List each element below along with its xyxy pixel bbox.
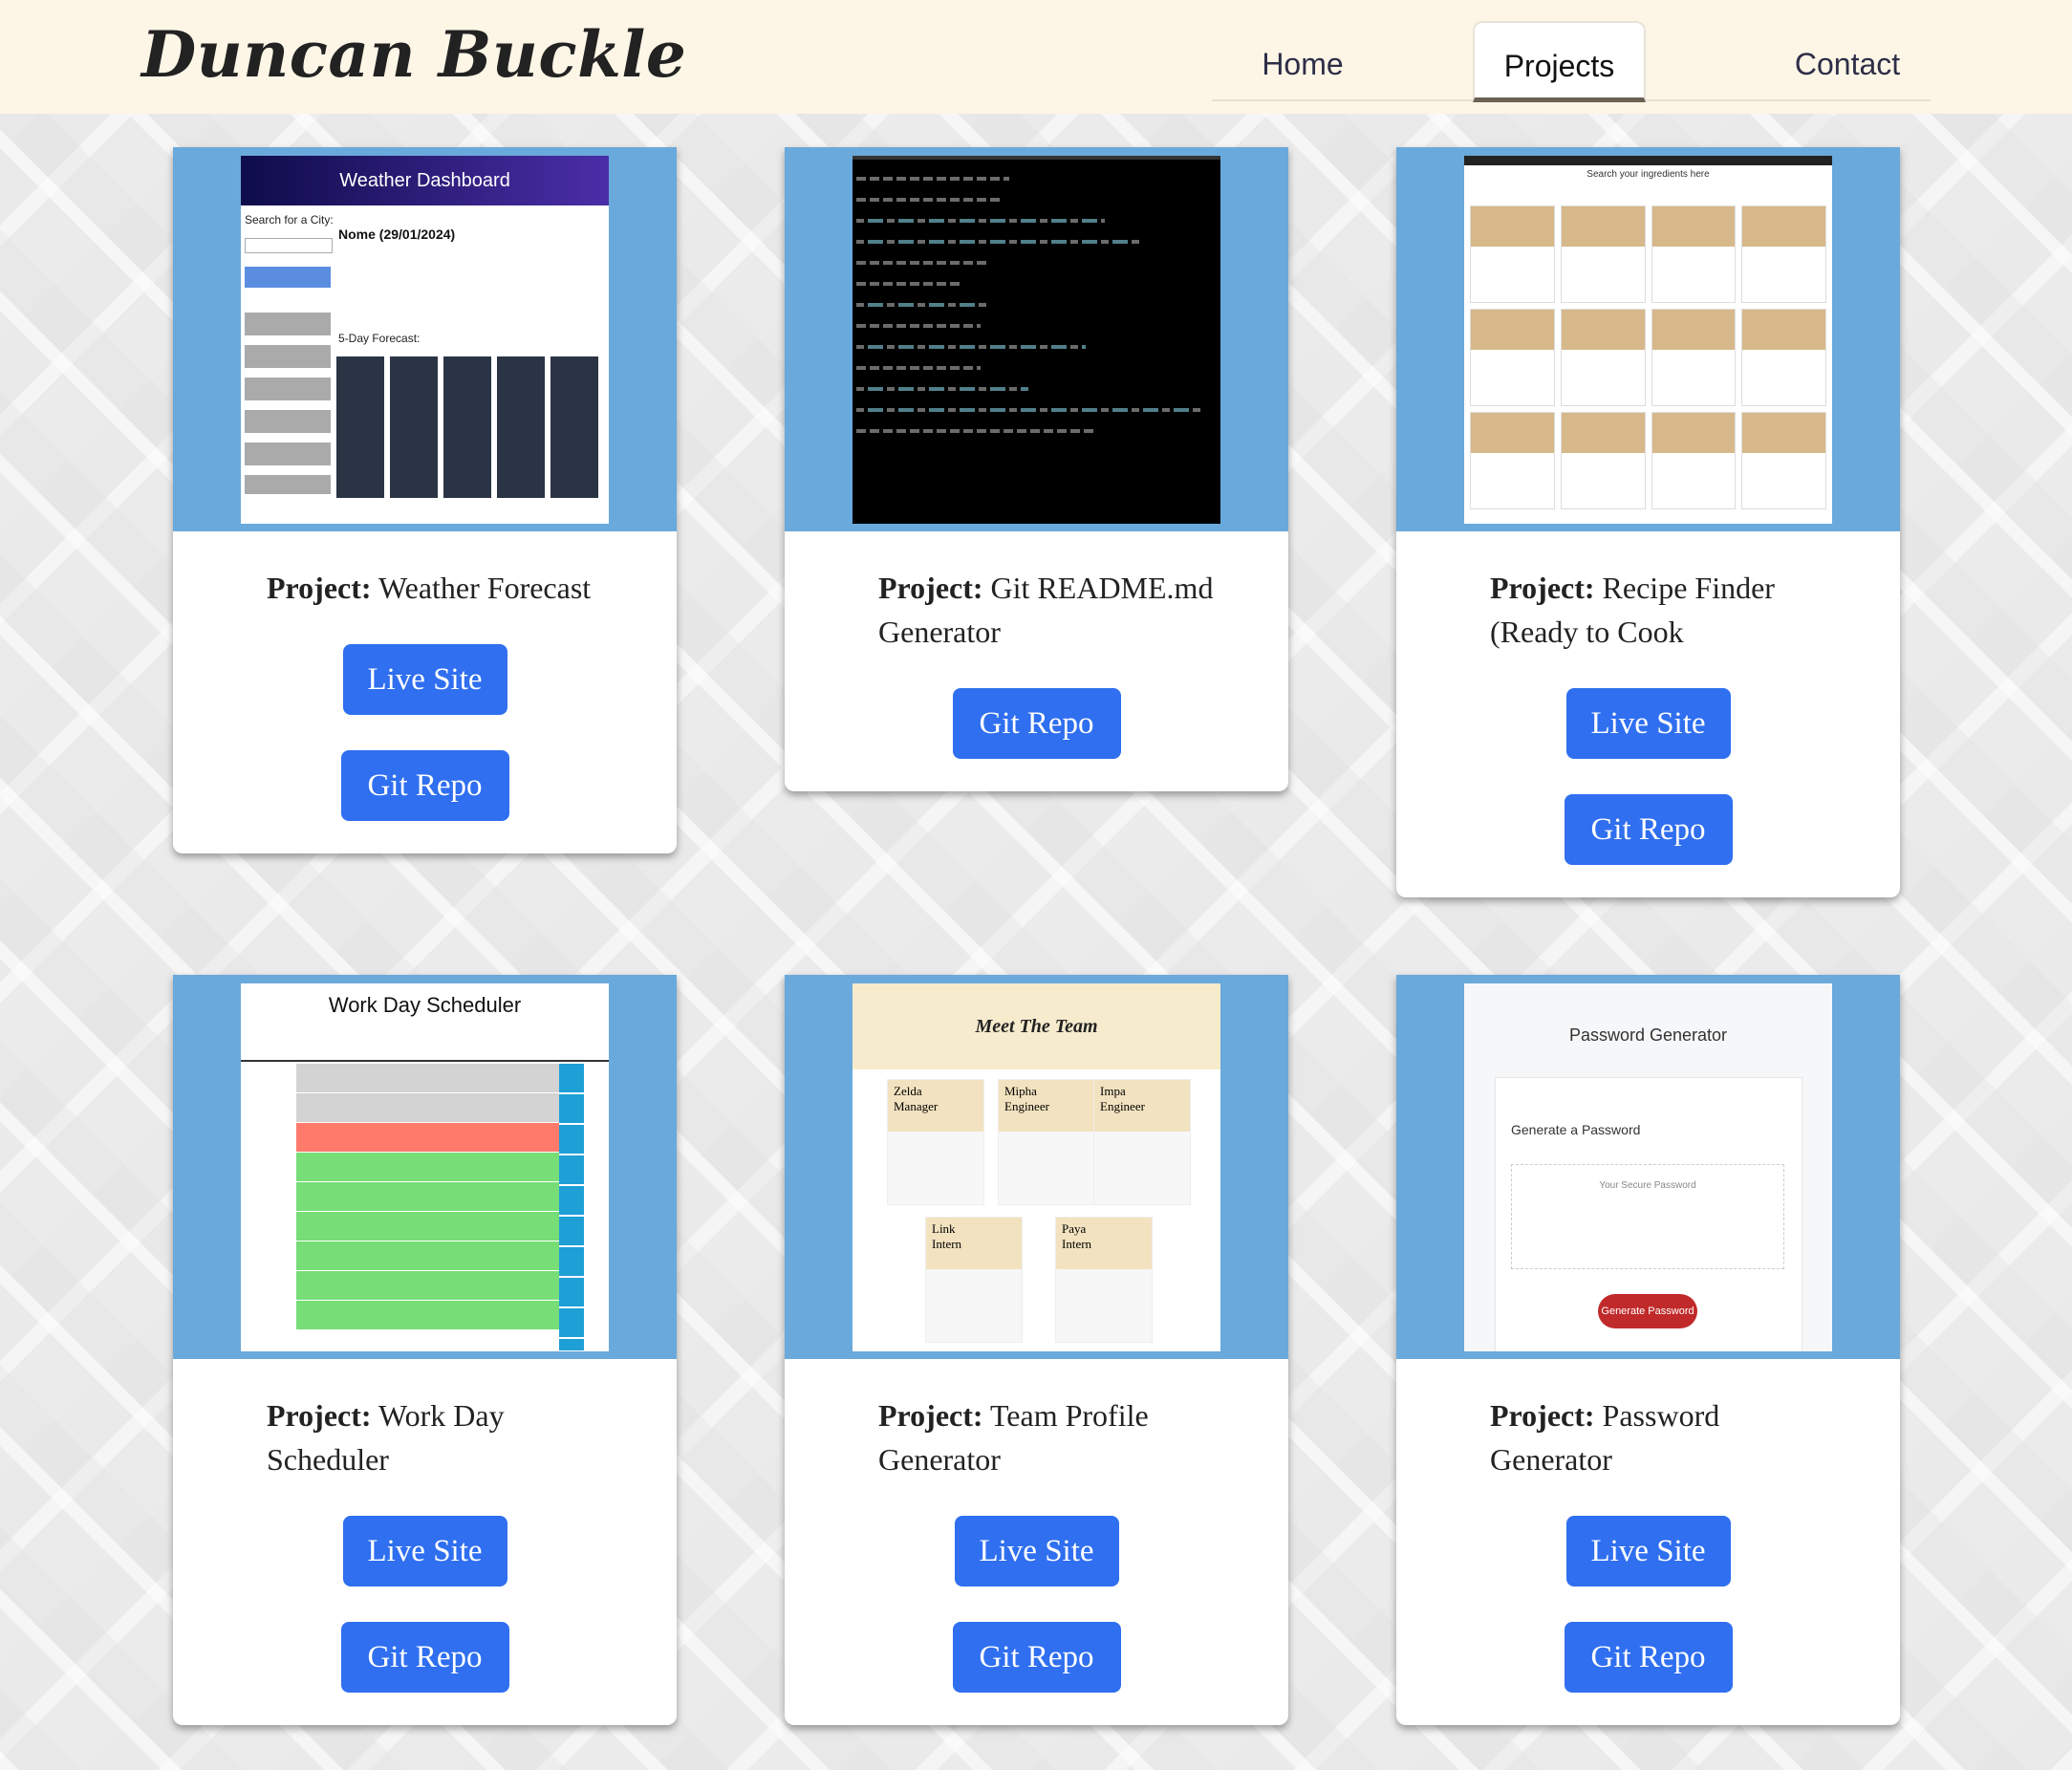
- git-repo-button[interactable]: Git Repo: [340, 750, 509, 821]
- live-site-button[interactable]: Live Site: [1565, 1516, 1731, 1587]
- project-title: Project: Work Day Scheduler: [267, 1398, 505, 1477]
- thumb-title: Password Generator: [1568, 1025, 1728, 1045]
- project-card: Weather Dashboard Search for a City: Nom…: [173, 147, 677, 853]
- thumb-title: Meet The Team: [853, 983, 1220, 1069]
- site-brand[interactable]: Duncan Buckle: [141, 17, 686, 92]
- live-site-button[interactable]: Live Site: [342, 1516, 507, 1587]
- nav-projects[interactable]: Projects: [1473, 21, 1646, 102]
- project-screenshot: Password Generator Generate a Password Y…: [1464, 983, 1832, 1351]
- thumb-generate-button: Generate Password: [1598, 1294, 1697, 1328]
- thumb-current: Nome (29/01/2024): [338, 227, 456, 242]
- project-title: Project: Recipe Finder (Ready to Cook: [1490, 571, 1775, 649]
- thumb-placeholder: Your Secure Password: [1511, 1164, 1784, 1269]
- project-screenshot: Weather Dashboard Search for a City: Nom…: [241, 156, 609, 524]
- project-title: Project: Team Profile Generator: [878, 1398, 1149, 1477]
- site-header: Duncan Buckle Home Projects Contact: [0, 0, 2072, 114]
- live-site-button[interactable]: Live Site: [954, 1516, 1119, 1587]
- live-site-button[interactable]: Live Site: [342, 644, 507, 715]
- project-screenshot: Work Day Scheduler: [241, 983, 609, 1351]
- project-thumbnail-frame: [785, 147, 1288, 531]
- git-repo-button[interactable]: Git Repo: [952, 1622, 1121, 1693]
- git-repo-button[interactable]: Git Repo: [1564, 1622, 1733, 1693]
- thumb-title: Search your ingredients here: [1586, 169, 1710, 180]
- project-thumbnail-frame: Password Generator Generate a Password Y…: [1396, 975, 1900, 1359]
- project-card: Work Day Scheduler Project: Work Day Sch…: [173, 975, 677, 1725]
- project-thumbnail-frame: Work Day Scheduler: [173, 975, 677, 1359]
- project-card: Meet The Team Zelda Manager Mipha Engineer…: [785, 975, 1288, 1725]
- project-title: Project: Password Generator: [1490, 1398, 1720, 1477]
- thumb-subtitle: Generate a Password: [1511, 1122, 1641, 1137]
- git-repo-button[interactable]: Git Repo: [340, 1622, 509, 1693]
- git-repo-button[interactable]: Git Repo: [952, 688, 1121, 759]
- project-thumbnail-frame: Meet The Team Zelda Manager Mipha Engineer…: [785, 975, 1288, 1359]
- project-title: Project: Weather Forecast: [267, 571, 592, 605]
- thumb-title: Weather Dashboard: [241, 156, 609, 205]
- project-card: Search your ingredients here Project: Re…: [1396, 147, 1900, 897]
- live-site-button[interactable]: Live Site: [1565, 688, 1731, 759]
- project-card: Password Generator Generate a Password Y…: [1396, 975, 1900, 1725]
- project-thumbnail-frame: Search your ingredients here: [1396, 147, 1900, 531]
- project-title: Project: Git README.md Generator: [878, 571, 1214, 649]
- main-nav: Home Projects Contact: [1212, 21, 1931, 102]
- project-screenshot: [853, 156, 1220, 524]
- nav-contact[interactable]: Contact: [1776, 21, 1919, 99]
- project-card: Project: Git README.md Generator Git Rep…: [785, 147, 1288, 791]
- nav-home[interactable]: Home: [1233, 21, 1372, 99]
- thumb-city-label: Search for a City:: [245, 213, 334, 227]
- thumb-title: Work Day Scheduler: [328, 993, 522, 1017]
- project-thumbnail-frame: Weather Dashboard Search for a City: Nom…: [173, 147, 677, 531]
- thumb-forecast-label: 5-Day Forecast:: [338, 332, 421, 345]
- project-screenshot: Search your ingredients here: [1464, 156, 1832, 524]
- git-repo-button[interactable]: Git Repo: [1564, 794, 1733, 865]
- project-screenshot: Meet The Team Zelda Manager Mipha Engineer…: [853, 983, 1220, 1351]
